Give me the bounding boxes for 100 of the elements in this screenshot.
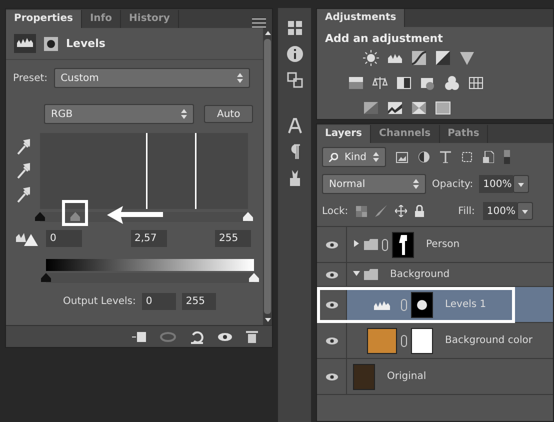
input-level-field[interactable]: 2,57: [130, 230, 166, 247]
color-fill-thumbnail: [367, 328, 397, 354]
output-level-field[interactable]: 255: [182, 293, 216, 310]
eye-icon[interactable]: [326, 300, 338, 308]
gradient-icon[interactable]: [435, 100, 451, 116]
slider-thumb[interactable]: [70, 212, 80, 221]
slider-thumb[interactable]: [243, 212, 253, 221]
panel-tab[interactable]: Paths: [440, 125, 488, 143]
panel-menu-icon[interactable]: [252, 18, 266, 28]
adjustments-panel-icon[interactable]: [286, 20, 302, 36]
eye-icon[interactable]: [218, 332, 232, 342]
curve-icon[interactable]: [411, 50, 427, 66]
caret-icon: [522, 210, 528, 214]
panel-tab[interactable]: Channels: [371, 125, 440, 143]
folder-icon: [364, 269, 378, 280]
lock-icon[interactable]: [415, 205, 424, 217]
output-level-field[interactable]: 0: [142, 293, 176, 310]
exposure-icon[interactable]: [435, 50, 451, 66]
panel-tab[interactable]: Info: [82, 10, 122, 28]
camera-icon[interactable]: [420, 75, 436, 91]
eyedropper-icon[interactable]: [16, 163, 30, 179]
hourglass-icon[interactable]: [411, 100, 427, 116]
input-level-field[interactable]: 0: [46, 230, 82, 247]
panel-tab[interactable]: Adjustments: [317, 9, 406, 27]
shape-filter-icon[interactable]: [461, 151, 473, 163]
slider-thumb[interactable]: [35, 212, 45, 221]
output-levels-label: Output Levels:: [63, 296, 136, 307]
collapsed-triangle-icon[interactable]: [353, 240, 360, 247]
opacity-field[interactable]: 100%: [479, 175, 514, 193]
grid-icon[interactable]: [468, 75, 484, 91]
input-level-field[interactable]: 255: [215, 230, 251, 247]
lock-label: Lock:: [322, 206, 348, 216]
layer-row[interactable]: Person: [317, 227, 553, 263]
paragraph-icon[interactable]: [288, 144, 300, 160]
slider-thumb[interactable]: [249, 273, 259, 282]
sun-icon[interactable]: [363, 50, 379, 66]
layer-row[interactable]: Original: [317, 359, 553, 395]
fill-dropdown-button[interactable]: [516, 202, 533, 220]
triangle-icon[interactable]: [459, 50, 475, 66]
info-icon[interactable]: [286, 46, 302, 62]
caret-icon: [236, 73, 243, 83]
expanded-triangle-icon[interactable]: [353, 270, 360, 277]
glow-icon: [416, 298, 428, 310]
circles-icon[interactable]: [444, 75, 460, 91]
layer-row[interactable]: Background: [317, 263, 553, 287]
trash-icon[interactable]: [246, 330, 258, 343]
histogram-icon[interactable]: [17, 37, 33, 47]
move-icon[interactable]: [395, 205, 408, 217]
scrollbar[interactable]: [263, 28, 272, 325]
diagonal-icon[interactable]: [363, 100, 379, 116]
panel-heading: Add an adjustment: [324, 31, 444, 47]
callout-arrow: [107, 206, 164, 224]
brush-icon[interactable]: [375, 205, 388, 217]
slider-thumb[interactable]: [41, 273, 51, 282]
panel-tab[interactable]: Properties: [6, 10, 82, 28]
search-icon: [329, 152, 338, 162]
layer-name: Background: [390, 269, 450, 280]
layer-row[interactable]: Background color: [317, 323, 553, 359]
folder-icon: [364, 239, 378, 250]
eye-icon[interactable]: [326, 372, 338, 380]
layer-row[interactable]: Levels 1: [317, 287, 553, 323]
preset-dropdown[interactable]: Custom: [54, 68, 250, 88]
mask-icon[interactable]: [44, 36, 58, 50]
eyedropper-icon[interactable]: [16, 139, 30, 155]
caret-icon: [518, 182, 524, 186]
half-square-icon[interactable]: [396, 75, 412, 91]
layer-name: Person: [426, 239, 460, 250]
wave-icon[interactable]: [387, 100, 403, 116]
opacity-label: Opacity:: [432, 178, 474, 190]
gradient-bars-icon[interactable]: [348, 75, 364, 91]
panel-tab[interactable]: Layers: [317, 125, 371, 143]
clip-layer-icon[interactable]: [132, 330, 146, 342]
caret-icon: [181, 109, 187, 119]
eye-icon[interactable]: [326, 336, 338, 344]
image-filter-icon[interactable]: [396, 152, 408, 162]
channel-dropdown[interactable]: RGB: [44, 104, 194, 124]
opacity-dropdown-button[interactable]: [513, 175, 530, 193]
lock-transparency-icon[interactable]: [356, 206, 368, 216]
blend-mode-dropdown[interactable]: Normal: [322, 174, 426, 194]
fill-field[interactable]: 100%: [482, 202, 517, 220]
caret-icon: [413, 179, 419, 189]
eyedropper-icon[interactable]: [16, 187, 30, 203]
smart-object-filter-icon[interactable]: [483, 151, 494, 163]
clipping-warning-icon[interactable]: [16, 232, 38, 246]
history-icon[interactable]: [286, 72, 302, 88]
link-icon: [382, 238, 388, 250]
panel-tab[interactable]: History: [121, 10, 179, 28]
scroll-up-icon[interactable]: [264, 31, 270, 35]
scales-icon[interactable]: [372, 75, 388, 91]
type-filter-icon[interactable]: [440, 151, 451, 163]
levels-mode-icon[interactable]: [14, 34, 36, 53]
eye-icon[interactable]: [326, 270, 338, 278]
adjustment-filter-icon[interactable]: [418, 151, 430, 163]
scroll-down-icon[interactable]: [264, 318, 270, 322]
eye-icon[interactable]: [326, 240, 338, 248]
filter-dropdown[interactable]: Kind: [322, 147, 386, 167]
filter-toggle-icon[interactable]: [504, 150, 510, 164]
auto-button[interactable]: Auto: [204, 105, 254, 123]
caret-icon: [373, 152, 379, 162]
character-icon[interactable]: [286, 118, 302, 134]
